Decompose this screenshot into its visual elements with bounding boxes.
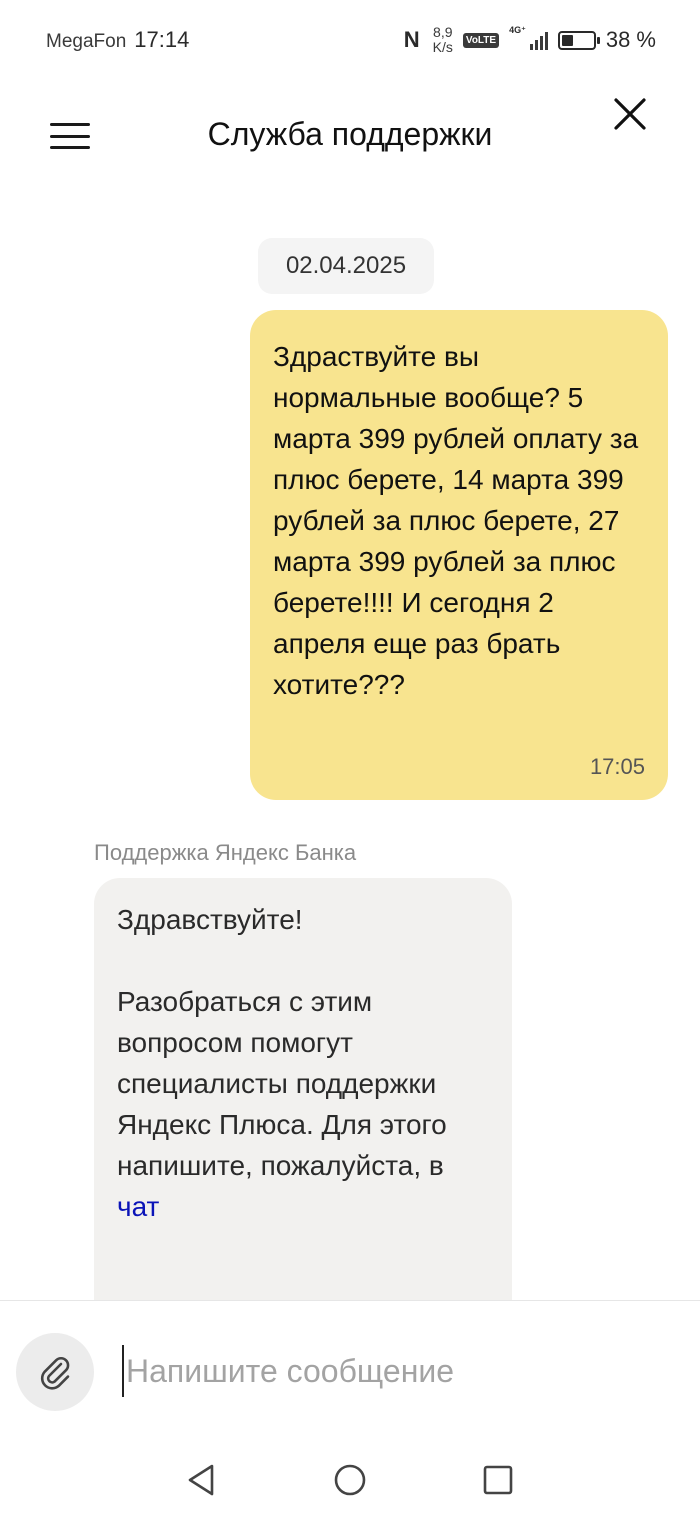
- chat-link[interactable]: чат: [117, 1191, 159, 1222]
- status-bar: MegaFon 17:14 N 8,9 K/s VoLTE 4G⁺ ⚡ 38 %: [0, 0, 700, 80]
- battery-percent: 38 %: [605, 27, 656, 52]
- app-header: Служба поддержки: [0, 80, 700, 190]
- close-icon[interactable]: [610, 94, 650, 134]
- charging-bolt-icon: ⚡: [571, 30, 583, 48]
- network-speed-unit: K/s: [432, 39, 453, 55]
- message-time: 17:05: [589, 754, 645, 779]
- incoming-greeting: Здравствуйте!: [117, 904, 303, 935]
- date-chip: 02.04.2025: [258, 238, 434, 294]
- volte-icon: VoLTE: [462, 32, 500, 48]
- nfc-icon: N: [403, 27, 420, 52]
- attach-button[interactable]: [16, 1333, 94, 1411]
- signal-icon: [529, 30, 548, 50]
- outgoing-message-text: Здраствуйте вы нормальные вообще? 5 март…: [273, 341, 639, 700]
- message-composer: [0, 1300, 700, 1440]
- back-icon[interactable]: [182, 1460, 222, 1500]
- status-right: N 8,9 K/s VoLTE 4G⁺ ⚡ 38 %: [401, 25, 656, 55]
- network-speed: 8,9 K/s: [433, 25, 453, 55]
- battery-icon: ⚡: [557, 30, 600, 50]
- carrier-name: MegaFon: [46, 31, 127, 52]
- paperclip-icon: [40, 1357, 70, 1390]
- incoming-message[interactable]: Здравствуйте! Разобраться с этим вопросо…: [94, 878, 512, 1300]
- page-title: Служба поддержки: [207, 116, 493, 152]
- sender-name: Поддержка Яндекс Банка: [94, 840, 357, 865]
- incoming-body-text: Разобраться с этим вопросом помогут спец…: [117, 986, 447, 1181]
- status-left: MegaFon 17:14: [46, 27, 189, 53]
- incoming-body: Разобраться с этим вопросом помогут спец…: [117, 981, 488, 1227]
- system-nav-bar: [0, 1440, 700, 1517]
- network-speed-value: 8,9: [433, 24, 453, 40]
- screen: MegaFon 17:14 N 8,9 K/s VoLTE 4G⁺ ⚡ 38 %: [0, 0, 700, 1517]
- chat-area[interactable]: 02.04.2025 Здраствуйте вы нормальные воо…: [0, 190, 700, 1300]
- outgoing-message[interactable]: Здраствуйте вы нормальные вообще? 5 март…: [250, 310, 668, 800]
- network-type: 4G⁺: [509, 25, 526, 35]
- message-input[interactable]: [122, 1345, 662, 1397]
- home-icon[interactable]: [330, 1460, 370, 1500]
- recents-icon[interactable]: [478, 1460, 518, 1500]
- status-time: 17:14: [134, 27, 190, 52]
